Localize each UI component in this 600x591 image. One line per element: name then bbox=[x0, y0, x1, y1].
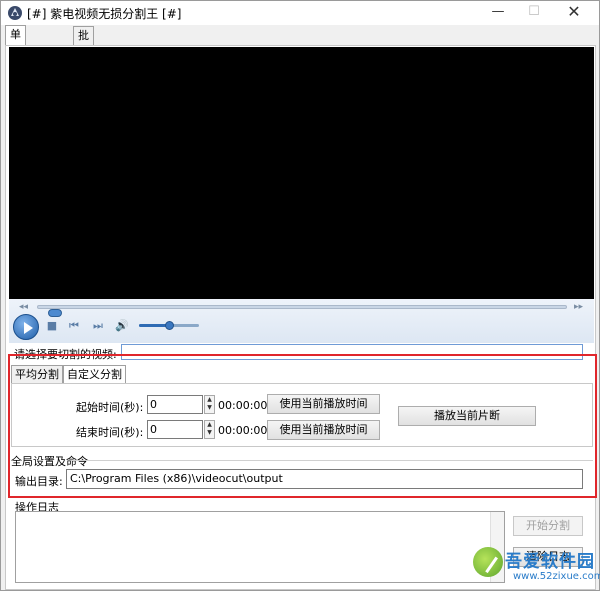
seek-bar[interactable] bbox=[37, 305, 567, 317]
video-select-label: 请选择要切割的视频: bbox=[14, 348, 117, 361]
seek-forward-icon[interactable]: ▸▸ bbox=[574, 302, 583, 312]
app-logo-icon bbox=[8, 6, 22, 20]
spin-up-icon[interactable]: ▲ bbox=[205, 421, 214, 429]
use-current-time-start-button[interactable]: 使用当前播放时间 bbox=[267, 394, 380, 414]
end-time-label: 结束时间(秒): bbox=[76, 426, 144, 439]
spin-down-icon[interactable]: ▼ bbox=[205, 429, 214, 437]
global-settings-label: 全局设置及命令 bbox=[11, 455, 88, 468]
volume-icon[interactable]: 🔊 bbox=[115, 319, 129, 333]
volume-slider[interactable] bbox=[139, 321, 199, 330]
start-time-readout: 00:00:00 bbox=[218, 399, 268, 412]
play-button[interactable] bbox=[13, 314, 39, 340]
output-dir-input[interactable]: C:\Program Files (x86)\videocut\output bbox=[66, 469, 583, 489]
player-controls: ◂◂ ▸▸ ■ ⏮ ⏭ 🔊 bbox=[9, 299, 594, 343]
start-split-button[interactable]: 开始分割 bbox=[513, 516, 583, 536]
log-scrollbar[interactable] bbox=[490, 512, 504, 582]
maximize-button[interactable]: ☐ bbox=[517, 1, 551, 25]
seek-back-icon[interactable]: ◂◂ bbox=[19, 302, 28, 312]
end-time-spinner[interactable]: ▲ ▼ bbox=[204, 420, 215, 439]
tab-custom-split[interactable]: 自定义分割 bbox=[63, 365, 126, 384]
minimize-button[interactable]: — bbox=[481, 1, 515, 25]
log-textarea[interactable] bbox=[15, 511, 505, 583]
seek-handle[interactable] bbox=[48, 309, 62, 317]
window-title: [#] 紫电视频无损分割王 [#] bbox=[27, 7, 182, 21]
close-button[interactable]: ✕ bbox=[557, 1, 591, 25]
stop-icon[interactable]: ■ bbox=[45, 319, 59, 333]
next-icon[interactable]: ⏭ bbox=[91, 319, 105, 333]
custom-split-pane: 起始时间(秒): 0 ▲ ▼ 00:00:00 使用当前播放时间 结束时间(秒)… bbox=[11, 383, 593, 447]
clear-log-button[interactable]: 清除日志 bbox=[513, 547, 583, 567]
end-time-readout: 00:00:00 bbox=[218, 424, 268, 437]
tab-average-split[interactable]: 平均分割 bbox=[11, 365, 63, 384]
previous-icon[interactable]: ⏮ bbox=[67, 319, 81, 333]
video-preview[interactable] bbox=[9, 47, 594, 299]
start-time-input[interactable]: 0 bbox=[147, 395, 203, 414]
volume-handle[interactable] bbox=[165, 321, 174, 330]
tab-single-file[interactable]: 单文件切割 bbox=[5, 25, 26, 113]
video-path-input[interactable] bbox=[121, 344, 583, 360]
spin-down-icon[interactable]: ▼ bbox=[205, 404, 214, 412]
output-dir-label: 输出目录: bbox=[15, 475, 63, 488]
tab-batch[interactable]: 批量切割 bbox=[73, 26, 94, 96]
play-segment-button[interactable]: 播放当前片断 bbox=[398, 406, 536, 426]
end-time-input[interactable]: 0 bbox=[147, 420, 203, 439]
group-divider bbox=[71, 460, 593, 461]
title-bar: [#] 紫电视频无损分割王 [#] — ☐ ✕ bbox=[1, 1, 599, 25]
app-window: [#] 紫电视频无损分割王 [#] — ☐ ✕ 单文件切割 批量切割 ◂◂ ▸▸… bbox=[0, 0, 600, 591]
spin-up-icon[interactable]: ▲ bbox=[205, 396, 214, 404]
start-time-spinner[interactable]: ▲ ▼ bbox=[204, 395, 215, 414]
use-current-time-end-button[interactable]: 使用当前播放时间 bbox=[267, 420, 380, 440]
start-time-label: 起始时间(秒): bbox=[76, 401, 144, 414]
